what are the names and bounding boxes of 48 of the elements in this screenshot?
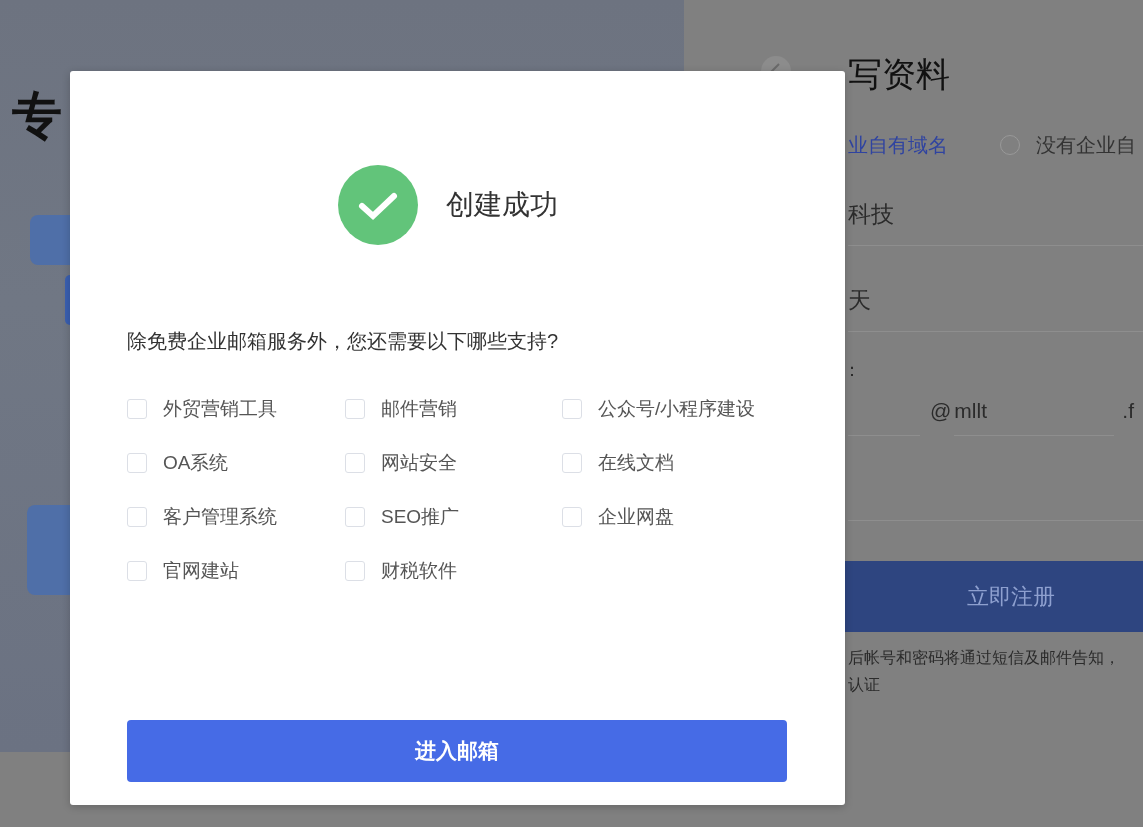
service-option[interactable]: 外贸营销工具 (127, 397, 345, 421)
question-text: 除免费企业邮箱服务外，您还需要以下哪些支持? (127, 329, 560, 354)
checkbox[interactable] (127, 561, 147, 581)
service-option[interactable]: 企业网盘 (562, 505, 788, 529)
checkbox[interactable] (127, 507, 147, 527)
option-label: OA系统 (163, 451, 229, 475)
checkbox[interactable] (562, 399, 582, 419)
checkbox[interactable] (562, 453, 582, 473)
service-option[interactable]: 在线文档 (562, 451, 788, 475)
checkbox[interactable] (127, 453, 147, 473)
service-option[interactable]: OA系统 (127, 451, 345, 475)
form-title: 写资料 (848, 54, 951, 95)
domain-suffix: .f (1122, 399, 1134, 423)
option-label: SEO推广 (381, 505, 460, 529)
company-field[interactable]: 科技 (848, 183, 1143, 246)
service-option[interactable]: 公众号/小程序建设 (562, 397, 788, 421)
option-label: 邮件营销 (381, 397, 457, 421)
dialog-title: 创建成功 (445, 188, 558, 222)
checkbox[interactable] (345, 453, 365, 473)
checkbox[interactable] (127, 399, 147, 419)
notice-text: 认证 (848, 675, 881, 695)
name-field[interactable]: 天 (848, 269, 1143, 332)
option-label: 公众号/小程序建设 (598, 397, 756, 421)
field-label: ： (843, 359, 862, 380)
option-label: 外贸营销工具 (163, 397, 277, 421)
enter-mailbox-button[interactable]: 进入邮箱 (127, 720, 787, 782)
checkbox[interactable] (345, 399, 365, 419)
option-label: 企业网盘 (598, 505, 674, 529)
checkbox[interactable] (345, 507, 365, 527)
register-button[interactable]: 立即注册 (844, 561, 1143, 632)
service-option[interactable]: 客户管理系统 (127, 505, 345, 529)
notice-text: 后帐号和密码将通过短信及邮件告知， (848, 648, 1121, 668)
service-option[interactable]: 网站安全 (345, 451, 562, 475)
option-label: 在线文档 (598, 451, 674, 475)
service-option[interactable]: 邮件营销 (345, 397, 562, 421)
service-option[interactable]: 官网建站 (127, 559, 345, 583)
at-sign: @ (930, 399, 952, 423)
option-label: 官网建站 (163, 559, 239, 583)
hero-title: 专 (12, 88, 62, 144)
option-label: 网站安全 (381, 451, 457, 475)
domain-field[interactable]: mllt (954, 386, 1115, 436)
checkbox[interactable] (562, 507, 582, 527)
checkbox[interactable] (345, 561, 365, 581)
check-icon (337, 165, 418, 245)
service-option[interactable]: SEO推广 (345, 505, 562, 529)
option-label: 财税软件 (381, 559, 457, 583)
option-label: 客户管理系统 (163, 505, 277, 529)
service-option[interactable]: 财税软件 (345, 559, 562, 583)
